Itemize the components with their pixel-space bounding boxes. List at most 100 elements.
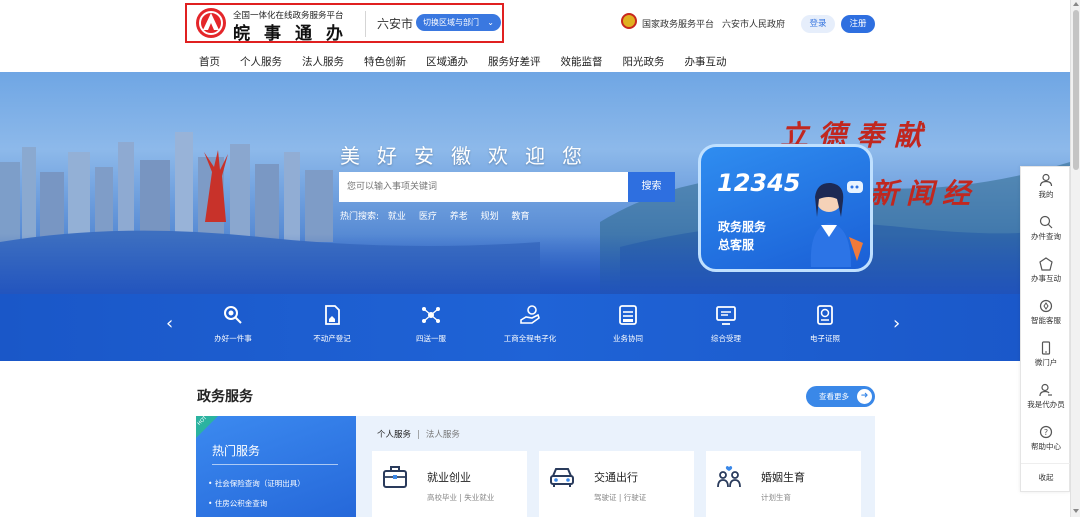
national-platform-link[interactable]: 国家政务服务平台 xyxy=(642,17,714,30)
view-more-label: 查看更多 xyxy=(819,392,849,401)
nav-item-rating[interactable]: 服务好差评 xyxy=(488,54,541,69)
switch-region-button[interactable]: 切换区域与部门 ⌄ xyxy=(416,14,501,31)
hotline-12345-card[interactable]: 12345 政务服务 总客服 xyxy=(698,144,873,272)
sidebar-item-interaction[interactable]: 办事互动 xyxy=(1021,257,1071,284)
nav-item-home[interactable]: 首页 xyxy=(199,54,220,69)
strip-item-ecommerce[interactable]: 工商全程电子化 xyxy=(485,304,575,344)
city-name: 六安市 xyxy=(377,17,414,31)
strip-item-e-license[interactable]: 电子证照 xyxy=(780,304,870,344)
strip-item-accept[interactable]: 综合受理 xyxy=(681,304,771,344)
strip-item-four-send[interactable]: 四送一服 xyxy=(386,304,476,344)
search-input[interactable] xyxy=(339,172,628,202)
city-gov-link[interactable]: 六安市人民政府 xyxy=(722,17,785,30)
service-card-title: 就业创业 xyxy=(427,471,471,484)
phone-icon xyxy=(1041,341,1051,355)
header: 全国一体化在线政务服务平台 皖事通办 六安市 切换区域与部门 ⌄ 国家政务服务平… xyxy=(0,0,1070,72)
monitor-icon xyxy=(716,306,736,325)
hot-link[interactable]: • 社会保险查询（证明出具） xyxy=(208,478,305,489)
nav-item-sunshine[interactable]: 阳光政务 xyxy=(623,54,665,69)
strip-next-arrow[interactable]: › xyxy=(893,313,900,334)
hero-banner: 立德奉献 新闻经 美好安徽欢迎您 搜索 热门搜索: 就业 医疗 养老 规划 教育… xyxy=(0,72,1070,294)
register-button[interactable]: 注册 xyxy=(841,15,875,33)
hot-keyword[interactable]: 医疗 xyxy=(419,212,437,222)
briefcase-icon xyxy=(383,466,407,488)
sidebar-item-agent[interactable]: 我是代办员 xyxy=(1021,383,1071,410)
hot-link-text: 社会保险查询（证明出具） xyxy=(214,479,305,488)
strip-item-one-thing[interactable]: 办好一件事 xyxy=(188,304,278,344)
service-tabs: 个人服务 | 法人服务 xyxy=(377,428,460,440)
nav-item-interaction[interactable]: 办事互动 xyxy=(685,54,727,69)
hotline-number: 12345 xyxy=(717,169,801,197)
hot-divider xyxy=(212,464,338,465)
sidebar-item-mine[interactable]: 我的 xyxy=(1021,173,1071,200)
search-doc-icon xyxy=(224,306,242,324)
service-tabs-area: 个人服务 | 法人服务 就业创业 高校毕业 | 失业就业 交通出行 驾驶证 | 行驶… xyxy=(356,416,875,517)
section-title: 政务服务 xyxy=(197,389,253,405)
strip-item-real-estate[interactable]: 不动产登记 xyxy=(287,304,377,344)
sidebar-collapse-button[interactable]: 收起 xyxy=(1021,463,1071,483)
nav-item-innovation[interactable]: 特色创新 xyxy=(364,54,406,69)
service-card-marriage[interactable]: 婚姻生育 计划生育 xyxy=(706,451,861,517)
arrow-right-icon: ➜ xyxy=(857,389,872,404)
user-icon xyxy=(1039,173,1053,187)
strip-item-label: 业务协同 xyxy=(613,334,643,343)
help-icon: ? xyxy=(1039,425,1053,439)
scroll-up-arrow-icon[interactable] xyxy=(1073,2,1079,6)
national-emblem-icon xyxy=(621,13,637,29)
strip-item-label: 办好一件事 xyxy=(214,334,252,343)
strip-item-label: 四送一服 xyxy=(416,334,446,343)
strip-prev-arrow[interactable]: ‹ xyxy=(166,313,173,334)
sidebar-item-query[interactable]: 办件查询 xyxy=(1021,215,1071,242)
tab-legal[interactable]: 法人服务 xyxy=(426,430,460,440)
customer-service-agent-icon xyxy=(810,181,863,267)
hot-keyword[interactable]: 教育 xyxy=(511,212,529,222)
logo-title: 皖事通办 xyxy=(233,24,357,44)
nav-item-legal[interactable]: 法人服务 xyxy=(302,54,344,69)
house-doc-icon xyxy=(325,305,340,325)
agent-user-icon xyxy=(1039,383,1052,397)
page: 全国一体化在线政务服务平台 皖事通办 六安市 切换区域与部门 ⌄ 国家政务服务平… xyxy=(0,0,1080,517)
strip-item-label: 综合受理 xyxy=(711,334,741,343)
hotline-line2: 总客服 xyxy=(718,238,755,252)
sidebar-item-label: 帮助中心 xyxy=(1031,442,1061,451)
nav-item-regional[interactable]: 区域通办 xyxy=(426,54,468,69)
service-card-title: 婚姻生育 xyxy=(761,471,805,484)
sidebar-item-label: 办事互动 xyxy=(1031,274,1061,283)
hot-search-label: 热门搜索: xyxy=(340,212,380,222)
strip-item-label: 工商全程电子化 xyxy=(503,334,557,343)
hot-keyword[interactable]: 规划 xyxy=(481,212,499,222)
view-more-button[interactable]: 查看更多 ➜ xyxy=(806,386,875,407)
sidebar-item-ai-service[interactable]: 智能客服 xyxy=(1021,299,1071,326)
network-icon xyxy=(422,307,440,323)
scroll-thumb[interactable] xyxy=(1073,10,1079,170)
banner-slogan: 美好安徽欢迎您 xyxy=(340,144,599,168)
page-scrollbar[interactable] xyxy=(1070,0,1080,517)
nav-item-supervision[interactable]: 效能监督 xyxy=(561,54,603,69)
floating-sidebar: 我的 办件查询 办事互动 智能客服 微门户 我是代办员 ? 帮助中心 收起 xyxy=(1020,166,1071,492)
login-button[interactable]: 登录 xyxy=(801,15,835,33)
sidebar-item-help[interactable]: ? 帮助中心 xyxy=(1021,425,1071,452)
strip-item-collab[interactable]: 业务协同 xyxy=(583,304,673,344)
car-icon xyxy=(550,468,574,487)
tab-personal[interactable]: 个人服务 xyxy=(377,430,411,440)
service-strip: ‹ › 办好一件事 不动产登记 四送一服 工商全程电子化 业务协同 综合受理 电… xyxy=(0,294,1070,361)
service-card-employment[interactable]: 就业创业 高校毕业 | 失业就业 xyxy=(372,451,527,517)
nav-item-personal[interactable]: 个人服务 xyxy=(240,54,282,69)
hot-link[interactable]: • 住房公积金查询 xyxy=(208,498,267,509)
sidebar-item-micro-portal[interactable]: 微门户 xyxy=(1021,341,1071,368)
service-card-sub: 计划生育 xyxy=(761,493,791,502)
sidebar-item-label: 我的 xyxy=(1038,190,1054,199)
hot-keyword[interactable]: 就业 xyxy=(388,212,406,222)
logo-divider xyxy=(365,11,366,37)
hot-keyword[interactable]: 养老 xyxy=(450,212,468,222)
banner-calligraphy-2: 新闻经 xyxy=(870,177,979,210)
logo-area[interactable]: 全国一体化在线政务服务平台 皖事通办 六安市 切换区域与部门 ⌄ xyxy=(185,3,504,44)
hand-coin-icon xyxy=(520,305,540,324)
family-icon xyxy=(717,466,741,488)
sidebar-item-label: 办件查询 xyxy=(1031,232,1061,241)
hot-services-panel: HOT 热门服务 • 社会保险查询（证明出具） • 住房公积金查询 xyxy=(196,415,356,517)
service-card-traffic[interactable]: 交通出行 驾驶证 | 行驶证 xyxy=(539,451,694,517)
scroll-down-arrow-icon[interactable] xyxy=(1073,509,1079,513)
svg-text:?: ? xyxy=(1044,428,1048,437)
search-button[interactable]: 搜索 xyxy=(628,172,675,202)
